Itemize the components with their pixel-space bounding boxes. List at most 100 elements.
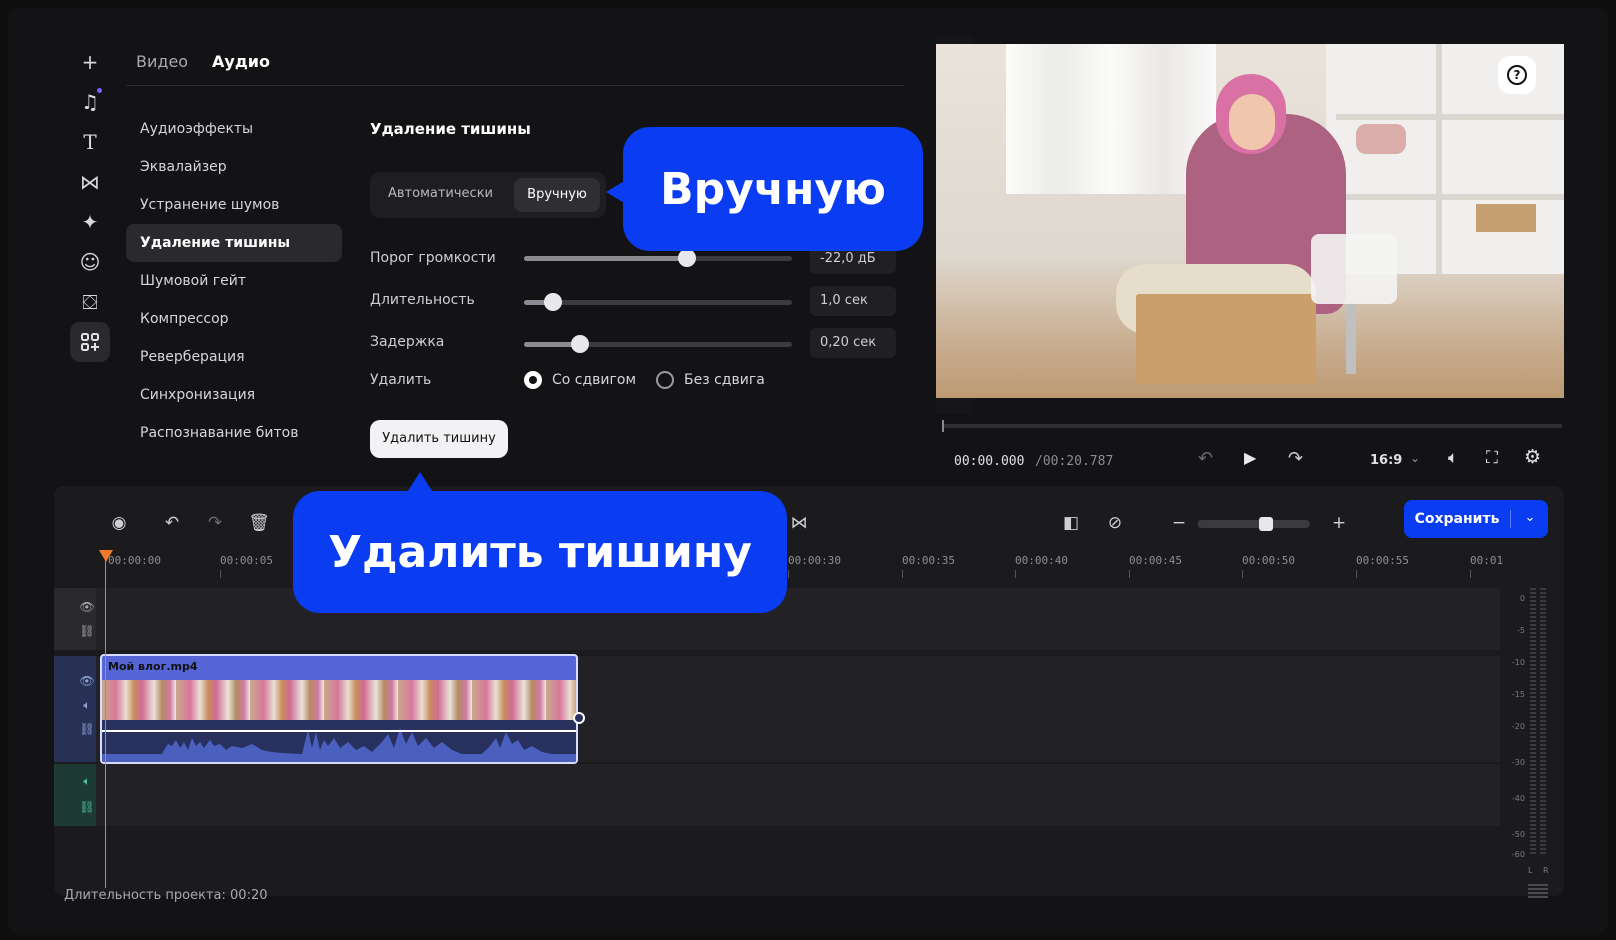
speaker-icon[interactable]: 🔈︎ (78, 696, 96, 714)
ruler-label: 00:00:40 (1015, 554, 1068, 567)
play-icon[interactable]: ▶ (1244, 448, 1256, 467)
step-forward-icon[interactable]: ↷ (1288, 448, 1303, 469)
panel-title: Удаление тишины (370, 120, 531, 138)
help-button[interactable]: ? (1498, 56, 1536, 94)
ruler-label: 00:00:05 (220, 554, 273, 567)
db-label: -60 (1511, 850, 1525, 859)
text-icon[interactable]: T (70, 122, 110, 162)
playhead[interactable] (105, 554, 106, 888)
apps-icon[interactable] (70, 322, 110, 362)
menu-equalizer[interactable]: Эквалайзер (126, 148, 342, 186)
eye-icon[interactable]: 👁︎ (78, 672, 96, 690)
threshold-knob[interactable] (678, 249, 697, 267)
speaker-icon[interactable]: 🔈︎ (78, 772, 96, 790)
level-meter-right (1540, 588, 1546, 854)
link-icon[interactable]: ⛓︎ (78, 622, 96, 640)
step-back-icon[interactable]: ↶ (1198, 448, 1213, 469)
delay-slider[interactable] (524, 335, 792, 353)
tab-video[interactable]: Видео (136, 52, 188, 71)
ruler-label: 00:01 (1470, 554, 1504, 567)
remove-silence-button[interactable]: Удалить тишину (370, 420, 508, 458)
ruler-label: 00:00:55 (1356, 554, 1409, 567)
redo-icon[interactable]: ↷ (202, 510, 228, 536)
radio-shift[interactable] (524, 371, 542, 389)
volume-keyframe[interactable] (573, 712, 585, 724)
menu-noise-reduction[interactable]: Устранение шумов (126, 186, 342, 224)
player-progress[interactable] (942, 424, 1562, 428)
radio-noshift-label[interactable]: Без сдвига (684, 372, 765, 388)
db-label: -40 (1511, 794, 1525, 803)
duration-value[interactable]: 1,0 сек (810, 286, 896, 316)
ruler-label: 00:00:35 (902, 554, 955, 567)
record-icon[interactable]: ◉ (106, 510, 132, 536)
menu-reverb[interactable]: Реверберация (126, 338, 342, 376)
transition-tool-icon[interactable]: ⋈ (786, 510, 812, 536)
mode-auto-button[interactable]: Автоматически (388, 186, 493, 201)
menu-silence-removal[interactable]: Удаление тишины (126, 224, 342, 262)
help-icon: ? (1507, 65, 1527, 85)
effects-icon[interactable]: ✦ (70, 202, 110, 242)
undo-icon[interactable]: ↶ (159, 510, 185, 536)
aspect-ratio-select[interactable]: 16:9 (1370, 453, 1402, 468)
eye-icon[interactable]: 👁︎ (78, 598, 96, 616)
playhead-handle[interactable] (99, 550, 113, 562)
store-icon[interactable]: ⛋ (70, 282, 110, 322)
new-dot (97, 88, 102, 93)
link-icon[interactable]: ⛓︎ (78, 720, 96, 738)
clip-waveform (102, 720, 576, 762)
duration-slider[interactable] (524, 293, 792, 311)
app-window: + ♫ T ⋈ ✦ ☺ ⛋ Видео Аудио Аудиоэффекты Э… (8, 8, 1608, 932)
delay-label: Задержка (370, 334, 445, 350)
db-label: -10 (1511, 658, 1525, 667)
aspect-chevron-icon[interactable]: ⌄ (1410, 451, 1420, 465)
menu-compressor[interactable]: Компрессор (126, 300, 342, 338)
menu-noise-gate[interactable]: Шумовой гейт (126, 262, 342, 300)
music-icon[interactable]: ♫ (70, 82, 110, 122)
delay-knob[interactable] (571, 335, 590, 353)
menu-beat-detection[interactable]: Распознавание битов (126, 414, 342, 452)
callout-remove-pointer (406, 472, 434, 494)
project-duration: Длительность проекта: 00:20 (64, 888, 268, 903)
db-label: -50 (1511, 830, 1525, 839)
add-icon[interactable]: + (70, 42, 110, 82)
tabs-divider (126, 85, 904, 86)
duration-knob[interactable] (544, 293, 563, 311)
split-audio-icon[interactable]: ◧ (1058, 510, 1084, 536)
radio-shift-label[interactable]: Со сдвигом (552, 372, 636, 388)
db-label: -5 (1517, 626, 1525, 635)
detach-icon[interactable]: ⊘ (1102, 510, 1128, 536)
ruler-label: 00:00:50 (1242, 554, 1295, 567)
threshold-slider[interactable] (524, 249, 792, 267)
volume-icon[interactable]: 🔈︎ (1448, 448, 1458, 468)
settings-gear-icon[interactable]: ⚙ (1524, 446, 1541, 468)
menu-audio-effects[interactable]: Аудиоэффекты (126, 110, 342, 148)
sticker-icon[interactable]: ☺ (70, 242, 110, 282)
callout-remove-silence: Удалить тишину (294, 492, 786, 612)
save-button-group: Сохранить ⌄ (1404, 500, 1548, 538)
zoom-out-icon[interactable]: − (1166, 510, 1192, 536)
db-label: 0 (1519, 594, 1525, 603)
save-dropdown-icon[interactable]: ⌄ (1512, 500, 1548, 538)
db-label: -15 (1511, 690, 1525, 699)
tab-audio[interactable]: Аудио (212, 52, 270, 71)
duration-label: Длительность (370, 292, 475, 308)
save-button[interactable]: Сохранить (1404, 500, 1510, 538)
zoom-knob[interactable] (1259, 517, 1274, 531)
delete-label: Удалить (370, 372, 432, 388)
unlink-icon[interactable]: ⛓︎ (78, 798, 96, 816)
meter-settings-icon[interactable] (1528, 884, 1548, 898)
mode-switch: Автоматически Вручную (370, 172, 606, 218)
delete-icon[interactable]: 🗑︎ (246, 510, 272, 536)
transition-icon[interactable]: ⋈ (70, 162, 110, 202)
timecode-total: /00:20.787 (1035, 454, 1114, 469)
fullscreen-icon[interactable]: ⛶ (1486, 448, 1498, 468)
mode-manual-button[interactable]: Вручную (514, 178, 600, 212)
menu-sync[interactable]: Синхронизация (126, 376, 342, 414)
radio-noshift[interactable] (656, 371, 674, 389)
delay-value[interactable]: 0,20 сек (810, 328, 896, 358)
channel-label-r: R (1543, 866, 1549, 875)
zoom-in-icon[interactable]: + (1326, 510, 1352, 536)
video-clip[interactable]: Мой влог.mp4 (100, 654, 578, 764)
video-preview[interactable] (936, 44, 1564, 398)
zoom-slider[interactable] (1198, 517, 1310, 531)
